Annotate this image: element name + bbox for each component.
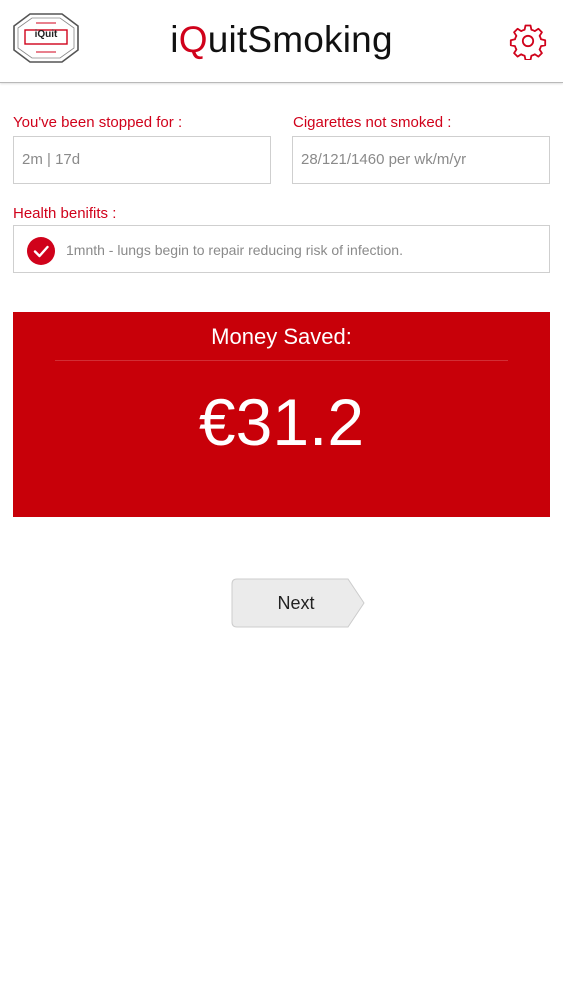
app-title: iQuitSmoking <box>0 18 563 62</box>
settings-button[interactable] <box>509 22 547 60</box>
health-benefit-text: 1mnth - lungs begin to repair reducing r… <box>66 242 403 258</box>
cigarettes-label: Cigarettes not smoked : <box>293 114 452 131</box>
title-suffix: uitSmoking <box>207 19 393 60</box>
money-saved-value: €31.2 <box>198 385 365 459</box>
title-accent: Q <box>178 19 208 60</box>
health-label: Health benifits : <box>13 205 117 222</box>
gear-icon <box>509 24 547 60</box>
money-divider <box>55 360 508 361</box>
money-saved-panel: Money Saved: €31.2 <box>13 312 550 517</box>
stopped-label: You've been stopped for : <box>13 114 183 131</box>
check-circle-icon <box>27 237 55 265</box>
title-prefix: i <box>170 19 179 60</box>
money-saved-label: Money Saved: <box>211 324 352 349</box>
app-header: iQuit iQuitSmoking <box>0 0 563 83</box>
app-screen: iQuit iQuitSmoking You've been stopped f… <box>0 0 563 1000</box>
cigarettes-field: 28/121/1460 per wk/m/yr <box>292 136 550 184</box>
next-button-label: Next <box>277 593 315 613</box>
stopped-duration-field: 2m | 17d <box>13 136 271 184</box>
health-benefit-item: 1mnth - lungs begin to repair reducing r… <box>13 225 550 273</box>
next-button[interactable]: Next <box>231 578 365 628</box>
